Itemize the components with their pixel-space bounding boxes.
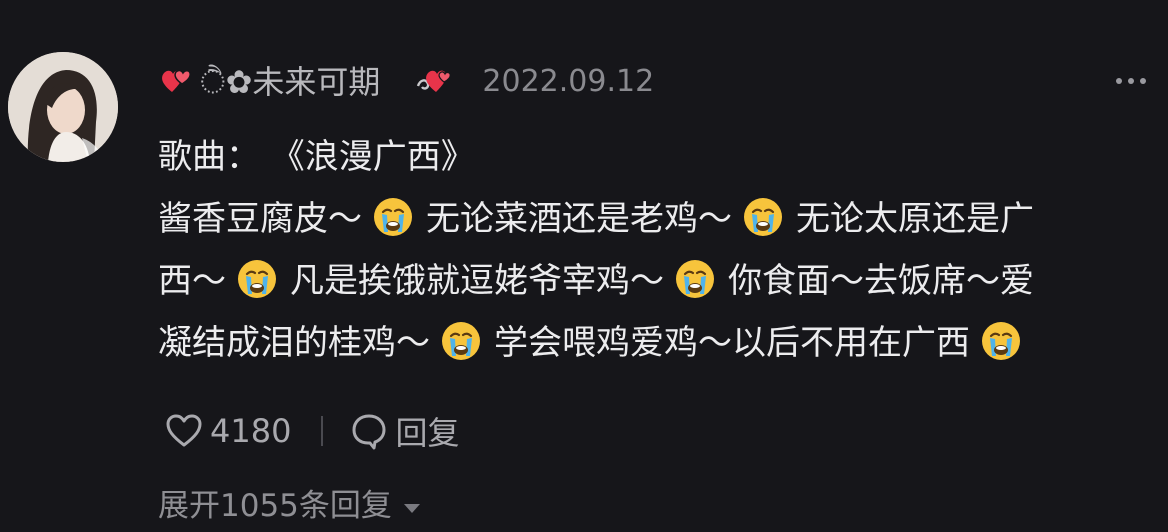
action-divider [321, 416, 324, 446]
expand-replies-label: 展开1055条回复 [158, 488, 392, 524]
crying-face-icon [980, 320, 1022, 362]
double-heart-icon [158, 62, 198, 102]
reply-button[interactable]: 回复 [395, 408, 459, 454]
comment-timestamp: 2022.09.12 [482, 64, 655, 99]
more-icon[interactable] [1116, 78, 1146, 84]
comment-text: 无论太原还是广 [796, 199, 1034, 239]
more-dot [1140, 78, 1146, 84]
comment-text: 无论菜酒还是老鸡～ [426, 199, 732, 239]
comment-line: 歌曲： 《浪漫广西》 [158, 126, 1158, 188]
comment-text: 学会喂鸡爱鸡～以后不用在广西 [494, 323, 970, 363]
more-dot [1116, 78, 1122, 84]
comment-line: 西～ 凡是挨饿就逗姥爷宰鸡～ 你食面～去饭席～爱 [158, 250, 1158, 312]
comment-text: 酱香豆腐皮～ [158, 199, 362, 239]
comment-line: 凝结成泪的桂鸡～ 学会喂鸡爱鸡～以后不用在广西 [158, 312, 1158, 374]
comment-text: 你食面～去饭席～爱 [728, 261, 1034, 301]
reply-bubble-icon[interactable] [349, 411, 389, 451]
comment-text: 西～ [158, 261, 226, 301]
comment-header: ੈ✿未来可期 2022.09.12 [158, 58, 654, 106]
crying-face-icon [742, 196, 784, 238]
double-heart-icon [414, 62, 454, 102]
avatar[interactable] [8, 52, 118, 162]
crying-face-icon [372, 196, 414, 238]
expand-replies-button[interactable]: 展开1055条回复 [158, 484, 420, 528]
comment-text: 凡是挨饿就逗姥爷宰鸡～ [290, 261, 664, 301]
comment-body: 歌曲： 《浪漫广西》 酱香豆腐皮～ 无论菜酒还是老鸡～ 无论太原还是广 西～ 凡是挨饿… [158, 126, 1158, 374]
comment-card: ੈ✿未来可期 2022.09.12 歌曲： 《浪漫广西》 酱香豆腐皮～ 无论菜酒还… [0, 0, 1168, 532]
crying-face-icon [674, 258, 716, 300]
crying-face-icon [440, 320, 482, 362]
comment-text: 凝结成泪的桂鸡～ [158, 323, 430, 363]
more-dot [1128, 78, 1134, 84]
chevron-down-icon [403, 503, 420, 513]
heart-outline-icon[interactable] [164, 411, 204, 451]
username[interactable]: ੈ✿未来可期 [200, 58, 380, 106]
comment-line: 酱香豆腐皮～ 无论菜酒还是老鸡～ 无论太原还是广 [158, 188, 1158, 250]
like-count: 4180 [210, 412, 292, 450]
comment-actions: 4180 回复 [164, 406, 459, 456]
comment-text: 歌曲： 《浪漫广西》 [158, 137, 475, 177]
crying-face-icon [236, 258, 278, 300]
